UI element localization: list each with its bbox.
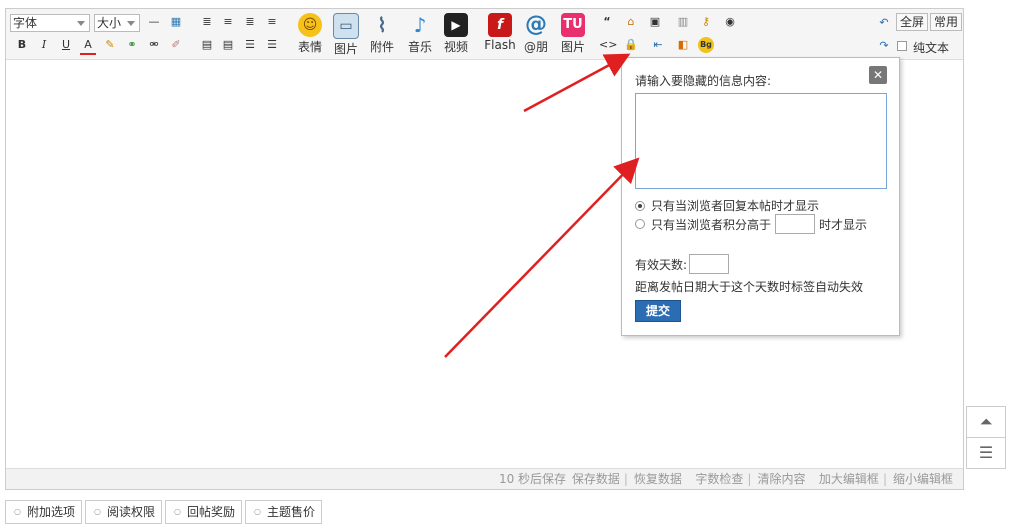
arrow-to-textarea — [444, 157, 640, 358]
list-view-button[interactable]: ☰ — [966, 437, 1006, 469]
tab-label: 阅读权限 — [106, 505, 155, 519]
tab-label: 回帖奖励 — [186, 505, 235, 519]
scroll-top-button[interactable]: ⏶ — [966, 406, 1006, 438]
tab-read-permission[interactable]: ○ 阅读权限 — [85, 500, 162, 524]
dot-icon: ○ — [14, 507, 21, 516]
dot-icon: ○ — [174, 507, 181, 516]
tab-reply-reward[interactable]: ○ 回帖奖励 — [165, 500, 242, 524]
tab-topic-price[interactable]: ○ 主题售价 — [245, 500, 322, 524]
dot-icon: ○ — [94, 507, 101, 516]
tab-label: 主题售价 — [266, 505, 315, 519]
tab-extra-options[interactable]: ○ 附加选项 — [5, 500, 82, 524]
annotation-arrows — [444, 53, 640, 358]
to-top-icon: ⏶ — [979, 412, 993, 431]
list-icon: ☰ — [978, 443, 994, 462]
tab-label: 附加选项 — [26, 505, 75, 519]
arrow-to-lock-icon — [523, 53, 631, 113]
dot-icon: ○ — [254, 507, 261, 516]
bottom-tabs: ○ 附加选项 ○ 阅读权限 ○ 回帖奖励 ○ 主题售价 — [5, 500, 325, 524]
